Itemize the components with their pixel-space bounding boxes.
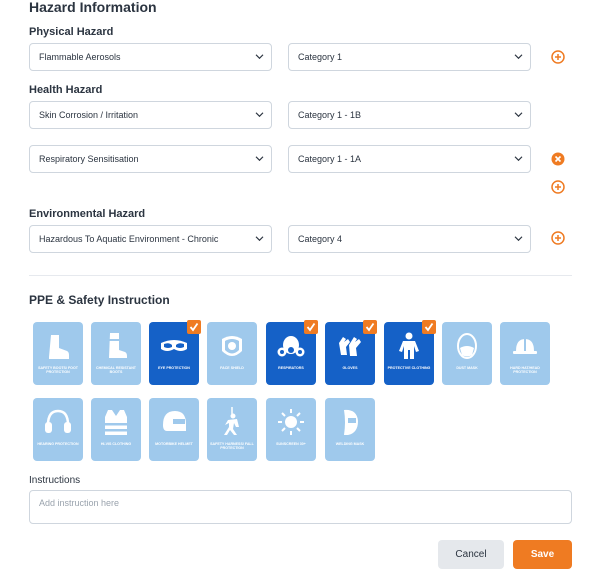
ppe-tile-face-shield[interactable]: Face Shield [207, 322, 257, 385]
chevron-down-icon [255, 112, 264, 118]
ppe-tile-respirators[interactable]: Respirators [266, 320, 318, 385]
ppe-tile-safety-boots[interactable]: Safety Boots/ Foot Protection [33, 322, 83, 385]
goggles-icon [161, 340, 187, 351]
ppe-tile-hi-vis-clothing[interactable]: Hi-Vis Clothing [91, 398, 141, 461]
ppe-tile-gloves[interactable]: Gloves [325, 320, 377, 385]
ppe-tile-sunscreen[interactable]: Sunscreen 30+ [266, 398, 316, 461]
ppe-tile-eye-protection[interactable]: Eye Protection [149, 320, 201, 385]
instructions-label: Instructions [29, 475, 81, 486]
ppe-tile-label: Gloves [342, 366, 358, 370]
sun-icon [278, 409, 304, 435]
hazard-select-2[interactable]: Skin Corrosion / Irritation [29, 101, 272, 129]
hazard-select-4[interactable]: Hazardous To Aquatic Environment - Chron… [29, 225, 272, 253]
ppe-tile-label: Chemical Resistant Boots [96, 366, 136, 375]
hazard-select-value: Respiratory Sensitisation [39, 154, 139, 164]
remove-icon[interactable] [551, 152, 565, 166]
ppe-tile-dust-mask[interactable]: Dust Mask [442, 322, 492, 385]
selected-check-icon [422, 320, 436, 334]
ppe-tile-chemical-boots[interactable]: Chemical Resistant Boots [91, 322, 141, 385]
chevron-down-icon [514, 156, 523, 162]
selected-check-icon [304, 320, 318, 334]
physical-hazard-label: Physical Hazard [29, 26, 114, 38]
ppe-tile-label: Hi-Vis Clothing [100, 442, 132, 446]
ppe-tile-label: Welding Mask [335, 442, 365, 446]
chevron-down-icon [514, 236, 523, 242]
hazard-select-1[interactable]: Flammable Aerosols [29, 43, 272, 71]
ppe-tile-label: Eye Protection [158, 366, 190, 370]
ppe-tile-protective-clothing[interactable]: Protective Clothing [384, 320, 436, 385]
harness-icon [224, 407, 239, 435]
cancel-button[interactable]: Cancel [438, 540, 504, 569]
hi-vis-vest-icon [105, 410, 127, 435]
category-select-value: Category 1 - 1A [298, 154, 362, 164]
ppe-tile-label: Sunscreen 30+ [276, 442, 306, 446]
chevron-down-icon [514, 112, 523, 118]
ppe-tile-label: Safety Harness/ Fall Protection [210, 442, 254, 451]
ppe-tile-label: Protective Clothing [387, 366, 431, 370]
chevron-down-icon [255, 236, 264, 242]
category-select-value: Category 1 [298, 52, 343, 62]
ppe-tile-label: Dust Mask [456, 366, 478, 370]
ppe-tile-safety-harness[interactable]: Safety Harness/ Fall Protection [207, 398, 257, 461]
hazard-select-value: Hazardous To Aquatic Environment - Chron… [39, 234, 219, 244]
page-title: Hazard Information [29, 0, 157, 15]
ppe-title: PPE & Safety Instruction [29, 293, 170, 307]
ppe-tile-label: Respirators [278, 366, 304, 370]
chevron-down-icon [255, 156, 264, 162]
instructions-input[interactable] [29, 490, 572, 524]
environmental-hazard-label: Environmental Hazard [29, 208, 146, 220]
hard-hat-icon [513, 339, 537, 354]
category-select-2[interactable]: Category 1 - 1B [288, 101, 531, 129]
ppe-tile-welding-mask[interactable]: Welding Mask [325, 398, 375, 461]
respirator-icon [277, 336, 305, 357]
chevron-down-icon [514, 54, 523, 60]
add-icon[interactable] [551, 231, 565, 245]
category-select-1[interactable]: Category 1 [288, 43, 531, 71]
ppe-tile-label: Hard Hat/Head Protection [510, 366, 540, 375]
add-icon[interactable] [551, 180, 565, 194]
welding-mask-icon [344, 409, 358, 435]
ppe-tile-label: Motorbike Helmet [155, 442, 193, 446]
boot-icon [49, 335, 69, 359]
category-select-3[interactable]: Category 1 - 1A [288, 145, 531, 173]
motorbike-helmet-icon [163, 411, 186, 431]
face-shield-icon [222, 336, 242, 356]
category-select-value: Category 4 [298, 234, 343, 244]
selected-check-icon [187, 320, 201, 334]
ppe-tile-label: Face Shield [220, 366, 244, 370]
hazard-select-value: Skin Corrosion / Irritation [39, 110, 139, 120]
ear-muffs-icon [45, 409, 71, 433]
chemical-boot-icon [109, 333, 127, 358]
save-button[interactable]: Save [513, 540, 572, 569]
coverall-icon [399, 332, 419, 359]
add-icon[interactable] [551, 50, 565, 64]
ppe-tile-motorbike-helmet[interactable]: Motorbike Helmet [149, 398, 199, 461]
category-select-4[interactable]: Category 4 [288, 225, 531, 253]
selected-check-icon [363, 320, 377, 334]
section-divider [29, 275, 572, 276]
hazard-select-3[interactable]: Respiratory Sensitisation [29, 145, 272, 173]
ppe-tile-hard-hat[interactable]: Hard Hat/Head Protection [500, 322, 550, 385]
hazard-select-value: Flammable Aerosols [39, 52, 121, 62]
ppe-tile-label: Hearing Protection [37, 442, 79, 446]
ppe-tile-label: Safety Boots/ Foot Protection [38, 366, 78, 375]
category-select-value: Category 1 - 1B [298, 110, 362, 120]
chevron-down-icon [255, 54, 264, 60]
ppe-tile-hearing-protection[interactable]: Hearing Protection [33, 398, 83, 461]
health-hazard-label: Health Hazard [29, 84, 103, 96]
gloves-icon [339, 337, 361, 356]
dust-mask-icon [457, 333, 477, 359]
